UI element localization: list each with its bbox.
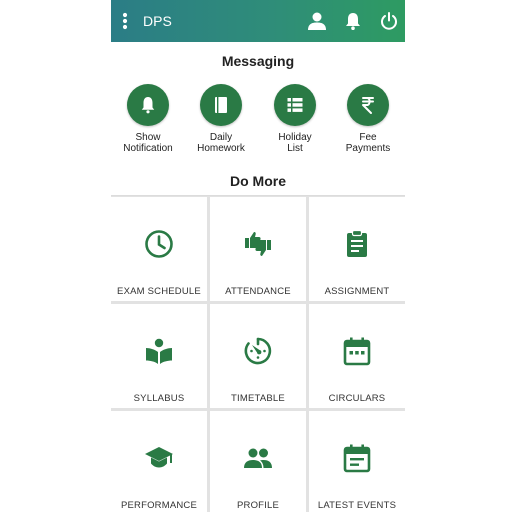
bell-icon <box>141 97 155 114</box>
list-icon <box>287 98 303 112</box>
tile-attendance[interactable]: ATTENDANCE <box>210 197 306 301</box>
tile-label: PERFORMANCE <box>120 500 198 511</box>
thumbs-icon <box>245 232 271 256</box>
holiday-list-button[interactable]: Holiday List <box>258 84 332 154</box>
do-more-grid: EXAM SCHEDULE ATTENDANCE ASSIGNMENT SYLL… <box>111 195 405 512</box>
tile-label: ASSIGNMENT <box>324 286 390 297</box>
daily-homework-button[interactable]: Daily Homework <box>184 84 258 154</box>
show-notification-circle <box>127 84 169 126</box>
tile-latest-events[interactable]: LATEST EVENTS <box>309 411 405 512</box>
do-more-title: Do More <box>230 173 286 189</box>
tile-performance[interactable]: PERFORMANCE <box>111 411 207 512</box>
tile-label: PROFILE <box>236 500 280 511</box>
tile-profile[interactable]: PROFILE <box>210 411 306 512</box>
power-icon[interactable] <box>379 11 399 31</box>
event-note-icon <box>343 444 371 473</box>
bell-icon[interactable] <box>343 11 363 31</box>
daily-homework-circle <box>200 84 242 126</box>
holiday-list-label: Holiday List <box>278 132 312 154</box>
holiday-list-circle <box>274 84 316 126</box>
fee-payments-label: Fee Payments <box>345 132 391 154</box>
app-bar: DPS <box>111 0 405 42</box>
fee-payments-button[interactable]: Fee Payments <box>331 84 405 154</box>
tile-timetable[interactable]: TIMETABLE <box>210 304 306 408</box>
reader-icon <box>146 338 172 364</box>
tile-exam-schedule[interactable]: EXAM SCHEDULE <box>111 197 207 301</box>
daily-homework-label: Daily Homework <box>197 132 245 154</box>
show-notification-label: Show Notification <box>123 132 173 154</box>
tile-label: ATTENDANCE <box>225 286 291 297</box>
tile-circulars[interactable]: CIRCULARS <box>309 304 405 408</box>
calendar-icon <box>343 337 371 366</box>
tile-assignment[interactable]: ASSIGNMENT <box>309 197 405 301</box>
book-icon <box>215 97 227 113</box>
app-title: DPS <box>143 13 172 29</box>
tile-syllabus[interactable]: SYLLABUS <box>111 304 207 408</box>
tile-label: SYLLABUS <box>133 393 185 404</box>
messaging-title: Messaging <box>221 53 295 69</box>
fee-payments-circle <box>347 84 389 126</box>
timer-icon <box>244 337 272 365</box>
clock-icon <box>145 230 173 258</box>
app-screen: DPS Messaging Show Notification Daily Ho… <box>111 0 405 512</box>
tile-label: TIMETABLE <box>231 393 285 404</box>
tile-label: LATEST EVENTS <box>317 500 397 511</box>
user-icon[interactable] <box>307 11 327 31</box>
people-icon <box>244 448 272 468</box>
menu-icon[interactable] <box>120 11 130 31</box>
tile-label: EXAM SCHEDULE <box>117 286 201 297</box>
rupee-icon <box>362 97 374 114</box>
clipboard-icon <box>347 229 367 257</box>
tile-label: CIRCULARS <box>328 393 386 404</box>
show-notification-button[interactable]: Show Notification <box>111 84 185 154</box>
graduation-cap-icon <box>145 447 173 468</box>
